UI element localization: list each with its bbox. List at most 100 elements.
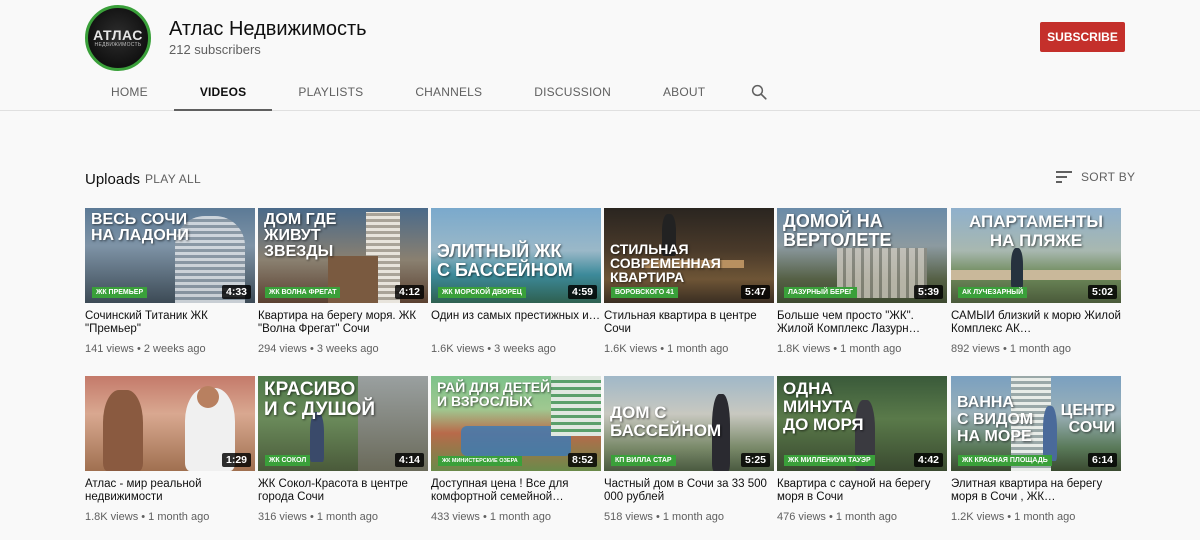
thumbnail-headline: ДОМОЙ НА ВЕРТОЛЕТЕ [783,211,892,250]
video-title[interactable]: Квартира на берегу моря. ЖК "Волна Фрега… [258,310,428,336]
thumbnail-tag: ЖК МИЛЛЕНИУМ ТАУЭР [784,455,875,466]
video-card[interactable]: ДОМОЙ НА ВЕРТОЛЕТЕ ЛАЗУРНЫЙ БЕРЕГ 5:39 Б… [777,208,947,355]
subscribe-button[interactable]: SUBSCRIBE [1040,22,1125,52]
sort-icon [1056,171,1072,183]
video-meta: 892 views • 1 month ago [951,343,1072,355]
video-thumbnail[interactable]: КРАСИВО И С ДУШОЙ ЖК СОКОЛ 4:14 [258,376,428,471]
video-meta: 1.8K views • 1 month ago [85,511,210,523]
video-meta: 518 views • 1 month ago [604,511,725,523]
channel-search-button[interactable] [731,72,787,111]
video-duration: 4:33 [221,285,251,299]
uploads-title: Uploads [85,171,141,188]
video-title[interactable]: Один из самых престижных и… [431,310,601,336]
video-thumbnail[interactable]: РАЙ ДЛЯ ДЕТЕЙ И ВЗРОСЛЫХ ЖК МИНИСТЕРСКИЕ… [431,376,601,471]
video-title[interactable]: ЖК Сокол-Красота в центре города Сочи [258,478,428,504]
video-thumbnail[interactable]: ДОМОЙ НА ВЕРТОЛЕТЕ ЛАЗУРНЫЙ БЕРЕГ 5:39 [777,208,947,303]
thumbnail-tag: ЖК КРАСНАЯ ПЛОЩАДЬ [958,455,1052,466]
video-meta: 433 views • 1 month ago [431,511,552,523]
video-meta: 294 views • 3 weeks ago [258,343,379,355]
thumbnail-headline: ОДНА МИНУТА ДО МОРЯ [783,379,864,434]
video-card[interactable]: ОДНА МИНУТА ДО МОРЯ ЖК МИЛЛЕНИУМ ТАУЭР 4… [777,376,947,523]
video-duration: 8:52 [567,453,597,467]
video-thumbnail[interactable]: ЭЛИТНЫЙ ЖК С БАССЕЙНОМ ЖК МОРСКОЙ ДВОРЕЦ… [431,208,601,303]
video-duration: 5:39 [913,285,943,299]
tab-discussion[interactable]: DISCUSSION [508,72,637,111]
channel-tabs: HOME VIDEOS PLAYLISTS CHANNELS DISCUSSIO… [85,72,787,111]
video-card[interactable]: ДОМ ГДЕ ЖИВУТ ЗВЕЗДЫ ЖК ВОЛНА ФРЕГАТ 4:1… [258,208,428,355]
thumbnail-tag: ЖК ВОЛНА ФРЕГАТ [265,287,341,298]
video-title[interactable]: Доступная цена ! Все для комфортной семе… [431,478,601,504]
tab-home[interactable]: HOME [85,72,174,111]
video-card[interactable]: СТИЛЬНАЯ СОВРЕМЕННАЯ КВАРТИРА ВОРОВСКОГО… [604,208,774,355]
thumbnail-tag: ЛАЗУРНЫЙ БЕРЕГ [784,287,857,298]
tab-about[interactable]: ABOUT [637,72,731,111]
video-meta: 141 views • 2 weeks ago [85,343,206,355]
video-duration: 4:42 [913,453,943,467]
video-title[interactable]: САМЫЙ близкий к морю Жилой Комплекс АК… [951,310,1121,336]
video-card[interactable]: ВАННА С ВИДОМ НА МОРЕ ЦЕНТР СОЧИ ЖК КРАС… [951,376,1121,523]
logo-subtext: НЕДВИЖИМОСТЬ [94,41,142,48]
video-meta: 316 views • 1 month ago [258,511,379,523]
thumbnail-headline-right: ЦЕНТР СОЧИ [1060,402,1115,436]
video-duration: 4:59 [567,285,597,299]
video-thumbnail[interactable]: ВАННА С ВИДОМ НА МОРЕ ЦЕНТР СОЧИ ЖК КРАС… [951,376,1121,471]
video-duration: 5:47 [740,285,770,299]
play-all-button[interactable]: PLAY ALL [145,172,201,186]
video-thumbnail[interactable]: СТИЛЬНАЯ СОВРЕМЕННАЯ КВАРТИРА ВОРОВСКОГО… [604,208,774,303]
video-card[interactable]: ВЕСЬ СОЧИ НА ЛАДОНИ ЖК ПРЕМЬЕР 4:33 Сочи… [85,208,255,355]
video-meta: 1.8K views • 1 month ago [777,343,902,355]
video-title[interactable]: Частный дом в Сочи за 33 500 000 рублей [604,478,774,504]
video-duration: 5:02 [1087,285,1117,299]
video-card[interactable]: КРАСИВО И С ДУШОЙ ЖК СОКОЛ 4:14 ЖК Сокол… [258,376,428,523]
sort-by-button[interactable]: SORT BY [1056,170,1135,184]
video-meta: 1.6K views • 3 weeks ago [431,343,556,355]
video-meta: 1.2K views • 1 month ago [951,511,1076,523]
thumbnail-headline: ЭЛИТНЫЙ ЖК С БАССЕЙНОМ [437,241,573,280]
video-card[interactable]: РАЙ ДЛЯ ДЕТЕЙ И ВЗРОСЛЫХ ЖК МИНИСТЕРСКИЕ… [431,376,601,523]
thumbnail-headline: СТИЛЬНАЯ СОВРЕМЕННАЯ КВАРТИРА [610,241,721,285]
channel-name: Атлас Недвижимость [169,18,367,40]
video-duration: 4:12 [394,285,424,299]
video-title[interactable]: Сочинский Титаник ЖК "Премьер" [85,310,255,336]
video-title[interactable]: Стильная квартира в центре Сочи [604,310,774,336]
thumbnail-headline: РАЙ ДЛЯ ДЕТЕЙ И ВЗРОСЛЫХ [437,379,551,409]
video-thumbnail[interactable]: ДОМ ГДЕ ЖИВУТ ЗВЕЗДЫ ЖК ВОЛНА ФРЕГАТ 4:1… [258,208,428,303]
thumbnail-tag: АК ЛУЧЕЗАРНЫЙ [958,287,1028,298]
thumbnail-tag: КП ВИЛЛА СТАР [611,455,676,466]
video-card[interactable]: АПАРТАМЕНТЫ НА ПЛЯЖЕ АК ЛУЧЕЗАРНЫЙ 5:02 … [951,208,1121,355]
channel-avatar[interactable]: АТЛАС НЕДВИЖИМОСТЬ [85,5,151,71]
sort-by-label: SORT BY [1081,170,1136,184]
video-duration: 6:14 [1087,453,1117,467]
video-card[interactable]: ЭЛИТНЫЙ ЖК С БАССЕЙНОМ ЖК МОРСКОЙ ДВОРЕЦ… [431,208,601,355]
tab-videos[interactable]: VIDEOS [173,72,273,111]
video-thumbnail[interactable]: АПАРТАМЕНТЫ НА ПЛЯЖЕ АК ЛУЧЕЗАРНЫЙ 5:02 [951,208,1121,303]
video-card[interactable]: ДОМ С БАССЕЙНОМ КП ВИЛЛА СТАР 5:25 Частн… [604,376,774,523]
video-duration: 1:29 [221,453,251,467]
logo-text: АТЛАС [93,26,143,43]
video-title[interactable]: Больше чем просто "ЖК". Жилой Комплекс Л… [777,310,947,336]
video-title[interactable]: Атлас - мир реальной недвижимости [85,478,255,504]
channel-header: АТЛАС НЕДВИЖИМОСТЬ Атлас Недвижимость 21… [0,0,1200,111]
video-thumbnail[interactable]: ОДНА МИНУТА ДО МОРЯ ЖК МИЛЛЕНИУМ ТАУЭР 4… [777,376,947,471]
video-meta: 476 views • 1 month ago [777,511,898,523]
video-thumbnail[interactable]: 1:29 [85,376,255,471]
video-meta: 1.6K views • 1 month ago [604,343,729,355]
thumbnail-headline: АПАРТАМЕНТЫ НА ПЛЯЖЕ [968,212,1104,250]
thumbnail-headline: КРАСИВО И С ДУШОЙ [264,379,376,420]
video-title[interactable]: Элитная квартира на берегу моря в Сочи ,… [951,478,1121,504]
video-title[interactable]: Квартира с сауной на берегу моря в Сочи [777,478,947,504]
thumbnail-headline: ДОМ С БАССЕЙНОМ [610,403,722,440]
thumbnail-tag: ЖК СОКОЛ [265,455,311,466]
tab-channels[interactable]: CHANNELS [389,72,508,111]
video-thumbnail[interactable]: ДОМ С БАССЕЙНОМ КП ВИЛЛА СТАР 5:25 [604,376,774,471]
video-thumbnail[interactable]: ВЕСЬ СОЧИ НА ЛАДОНИ ЖК ПРЕМЬЕР 4:33 [85,208,255,303]
video-duration: 4:14 [394,453,424,467]
thumbnail-tag: ЖК ПРЕМЬЕР [92,287,148,298]
thumbnail-headline: ДОМ ГДЕ ЖИВУТ ЗВЕЗДЫ [264,211,337,260]
video-duration: 5:25 [740,453,770,467]
video-card[interactable]: 1:29 Атлас - мир реальной недвижимости 1… [85,376,255,523]
thumbnail-tag: ЖК МОРСКОЙ ДВОРЕЦ [438,287,526,298]
thumbnail-headline: ВЕСЬ СОЧИ НА ЛАДОНИ [91,211,189,244]
thumbnail-tag: ЖК МИНИСТЕРСКИЕ ОЗЕРА [438,456,522,466]
tab-playlists[interactable]: PLAYLISTS [272,72,389,111]
